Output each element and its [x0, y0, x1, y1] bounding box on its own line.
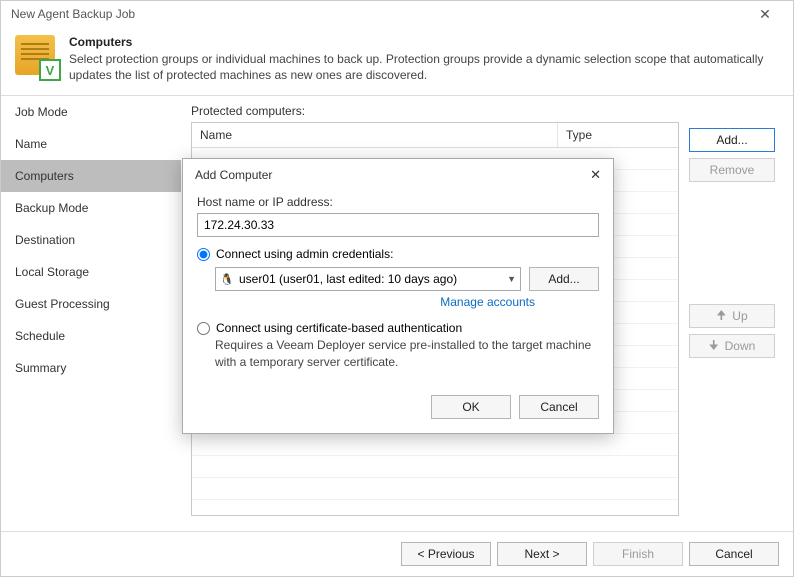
up-button: 🠉 Up: [689, 304, 775, 328]
window-title: New Agent Backup Job: [11, 7, 135, 21]
next-button[interactable]: Next >: [497, 542, 587, 566]
wizard-window: New Agent Backup Job ✕ V Computers Selec…: [0, 0, 794, 577]
sidebar-item-schedule[interactable]: Schedule: [1, 320, 181, 352]
table-row[interactable]: [192, 434, 678, 456]
main-buttons: Add... Remove 🠉 Up 🠋 Down: [689, 104, 779, 531]
chevron-down-icon: ▼: [507, 274, 516, 284]
manage-accounts-link[interactable]: Manage accounts: [215, 295, 535, 309]
column-name[interactable]: Name: [192, 123, 558, 147]
cancel-button[interactable]: Cancel: [689, 542, 779, 566]
linux-icon: 🐧: [220, 272, 234, 286]
titlebar: New Agent Backup Job ✕: [1, 1, 793, 27]
radio-admin-credentials[interactable]: Connect using admin credentials:: [197, 247, 599, 261]
down-button: 🠋 Down: [689, 334, 775, 358]
sidebar-item-backup-mode[interactable]: Backup Mode: [1, 192, 181, 224]
previous-button[interactable]: < Previous: [401, 542, 491, 566]
finish-button: Finish: [593, 542, 683, 566]
v-badge-icon: V: [39, 59, 61, 81]
arrow-up-icon: 🠉: [716, 306, 726, 327]
table-row[interactable]: [192, 456, 678, 478]
table-row[interactable]: [192, 478, 678, 500]
dialog-close-icon[interactable]: ✕: [590, 167, 601, 183]
dialog-footer: OK Cancel: [183, 385, 613, 433]
host-label: Host name or IP address:: [197, 195, 599, 209]
wizard-footer: < Previous Next > Finish Cancel: [1, 531, 793, 576]
credentials-row: 🐧 user01 (user01, last edited: 10 days a…: [215, 267, 599, 291]
sidebar-item-guest-processing[interactable]: Guest Processing: [1, 288, 181, 320]
down-label: Down: [725, 339, 756, 353]
radio-admin-input[interactable]: [197, 248, 210, 261]
dialog-body: Host name or IP address: Connect using a…: [183, 191, 613, 385]
credentials-selected: user01 (user01, last edited: 10 days ago…: [239, 272, 457, 286]
sidebar-item-destination[interactable]: Destination: [1, 224, 181, 256]
header-text: Computers Select protection groups or in…: [69, 35, 779, 83]
radio-cert-input[interactable]: [197, 322, 210, 335]
dialog-cancel-button[interactable]: Cancel: [519, 395, 599, 419]
close-icon[interactable]: ✕: [747, 7, 783, 21]
add-credentials-button[interactable]: Add...: [529, 267, 599, 291]
sidebar-item-summary[interactable]: Summary: [1, 352, 181, 384]
host-input[interactable]: [197, 213, 599, 237]
dialog-title: Add Computer: [195, 168, 272, 182]
sidebar-item-job-mode[interactable]: Job Mode: [1, 96, 181, 128]
radio-certificate-auth[interactable]: Connect using certificate-based authenti…: [197, 321, 599, 335]
wizard-header: V Computers Select protection groups or …: [1, 27, 793, 95]
remove-button: Remove: [689, 158, 775, 182]
add-computer-dialog: Add Computer ✕ Host name or IP address: …: [182, 158, 614, 434]
dialog-titlebar: Add Computer ✕: [183, 159, 613, 191]
up-label: Up: [732, 309, 747, 323]
sidebar-item-local-storage[interactable]: Local Storage: [1, 256, 181, 288]
sidebar-item-computers[interactable]: Computers: [1, 160, 181, 192]
credentials-dropdown[interactable]: 🐧 user01 (user01, last edited: 10 days a…: [215, 267, 521, 291]
wizard-steps-sidebar: Job Mode Name Computers Backup Mode Dest…: [1, 96, 181, 531]
cert-description: Requires a Veeam Deployer service pre-in…: [215, 337, 599, 371]
ok-button[interactable]: OK: [431, 395, 511, 419]
arrow-down-icon: 🠋: [709, 336, 719, 357]
add-button[interactable]: Add...: [689, 128, 775, 152]
header-icon: V: [15, 35, 59, 79]
column-type[interactable]: Type: [558, 123, 678, 147]
table-header: Name Type: [192, 123, 678, 148]
sidebar-item-name[interactable]: Name: [1, 128, 181, 160]
page-title: Computers: [69, 35, 779, 49]
radio-admin-label: Connect using admin credentials:: [216, 247, 393, 261]
protected-computers-label: Protected computers:: [191, 104, 679, 118]
page-description: Select protection groups or individual m…: [69, 51, 779, 83]
radio-cert-label: Connect using certificate-based authenti…: [216, 321, 462, 335]
